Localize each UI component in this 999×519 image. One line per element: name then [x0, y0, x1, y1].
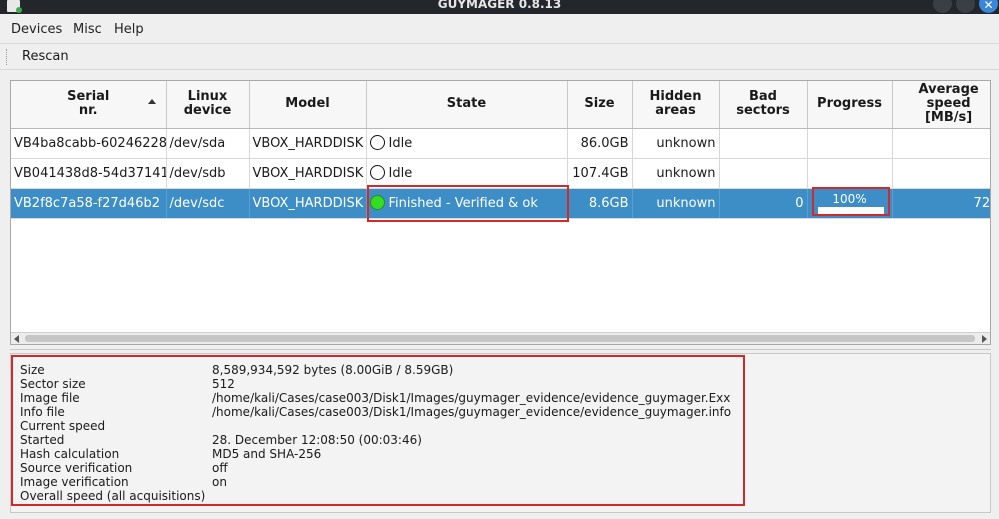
- cell-device: /dev/sda: [166, 128, 250, 159]
- menu-help[interactable]: Help: [114, 22, 144, 37]
- cell-bad: [719, 128, 808, 159]
- cell-serial: VB4ba8cabb-60246228: [11, 128, 167, 159]
- cell-size: 8.6GB: [567, 188, 633, 219]
- title-bar: GUYMAGER 0.8.13 ✕: [0, 0, 999, 14]
- rescan-button[interactable]: Rescan: [22, 49, 69, 64]
- cell-hidden: unknown: [632, 188, 720, 219]
- cell-speed: 72.5: [892, 188, 990, 219]
- cell-speed: [892, 128, 990, 159]
- cell-hidden: unknown: [632, 128, 720, 159]
- state-idle-icon: [369, 165, 385, 180]
- menu-misc[interactable]: Misc: [73, 22, 102, 37]
- scroll-left-icon[interactable]: [14, 335, 19, 343]
- progress-bar: 100%: [815, 192, 885, 214]
- toolbar: Rescan: [0, 43, 999, 70]
- cell-progress: [807, 158, 893, 189]
- cell-speed: [892, 158, 990, 189]
- maximize-button[interactable]: [956, 0, 975, 13]
- cell-serial: VB041438d8-54d37141: [11, 158, 167, 189]
- cell-model: VBOX_HARDDISK: [249, 158, 367, 189]
- header-hidden-areas[interactable]: Hidden areas: [632, 81, 720, 129]
- state-ok-icon: [369, 195, 385, 210]
- header-linux-device[interactable]: Linux device: [166, 81, 250, 129]
- splitter[interactable]: [10, 349, 991, 351]
- cell-progress: [807, 128, 893, 159]
- cell-model: VBOX_HARDDISK: [249, 188, 367, 219]
- window-title: GUYMAGER 0.8.13: [437, 0, 562, 11]
- header-size[interactable]: Size: [567, 81, 633, 129]
- cell-state: Idle: [366, 158, 568, 189]
- cell-serial: VB2f8c7a58-f27d46b2: [11, 188, 167, 219]
- scroll-right-icon[interactable]: [982, 335, 987, 343]
- cell-state: Finished - Verified & ok: [366, 188, 568, 219]
- progress-label: 100%: [832, 192, 867, 206]
- header-serial[interactable]: Serial nr.: [11, 81, 167, 129]
- header-bad-sectors[interactable]: Bad sectors: [719, 81, 808, 129]
- menu-bar: Devices Misc Help: [0, 19, 999, 41]
- sort-ascending-icon: [147, 99, 156, 104]
- cell-model: VBOX_HARDDISK: [249, 128, 367, 159]
- info-panel: Size 8,589,934,592 bytes (8.00GiB / 8.59G…: [10, 353, 991, 513]
- close-button[interactable]: ✕: [979, 0, 998, 13]
- header-progress[interactable]: Progress: [807, 81, 893, 129]
- progress-fill: [817, 207, 884, 214]
- cell-size: 86.0GB: [567, 128, 633, 159]
- header-average-speed[interactable]: Average speed [MB/s]: [892, 81, 990, 129]
- minimize-button[interactable]: [933, 0, 952, 13]
- cell-progress: 100%: [807, 188, 893, 219]
- toolbar-grip[interactable]: [6, 49, 9, 65]
- header-state[interactable]: State: [366, 81, 568, 129]
- cell-device: /dev/sdc: [166, 188, 250, 219]
- close-icon: ✕: [983, 0, 994, 12]
- header-model[interactable]: Model: [249, 81, 367, 129]
- cell-hidden: unknown: [632, 158, 720, 189]
- state-idle-icon: [369, 135, 385, 150]
- device-table: Serial nr. Linux device Model State Size…: [10, 80, 991, 345]
- menu-devices[interactable]: Devices: [11, 22, 62, 37]
- cell-state: Idle: [366, 128, 568, 159]
- scrollbar-thumb[interactable]: [25, 335, 975, 342]
- cell-size: 107.4GB: [567, 158, 633, 189]
- table-row[interactable]: VB4ba8cabb-60246228 /dev/sda VBOX_HARDDI…: [11, 128, 990, 159]
- cell-bad: 0: [719, 188, 808, 219]
- horizontal-scrollbar[interactable]: [11, 332, 990, 344]
- cell-bad: [719, 158, 808, 189]
- table-row[interactable]: VB041438d8-54d37141 /dev/sdb VBOX_HARDDI…: [11, 158, 990, 189]
- table-row-selected[interactable]: VB2f8c7a58-f27d46b2 /dev/sdc VBOX_HARDDI…: [11, 188, 990, 219]
- cell-device: /dev/sdb: [166, 158, 250, 189]
